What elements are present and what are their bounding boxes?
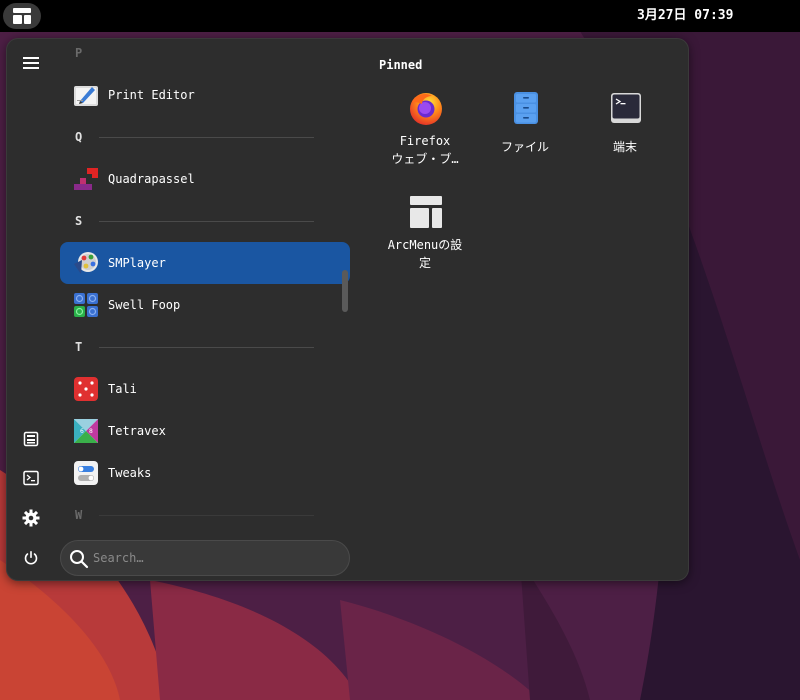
power-icon[interactable] [16, 543, 46, 573]
pinned-item-label: ファイル [500, 140, 549, 154]
search-box[interactable] [60, 540, 350, 576]
firefox-icon [410, 93, 442, 125]
app-item-print-editor[interactable]: Print Editor [60, 74, 350, 116]
section-letter: S [75, 214, 83, 228]
terminal-app-icon [611, 93, 641, 123]
pinned-item-label: Firefox ウェブ・ブ… [391, 134, 459, 166]
app-label: Tweaks [108, 466, 152, 480]
section-letter: T [75, 340, 83, 354]
arcmenu-settings-icon [410, 196, 442, 228]
top-bar: 3月27日 07:39 [0, 0, 800, 32]
app-item-tali[interactable]: Tali [60, 368, 350, 410]
pinned-item-terminal[interactable]: 端末 [579, 86, 671, 182]
app-label: Tali [108, 382, 137, 396]
app-item-swell-foop[interactable]: Swell Foop [60, 284, 350, 326]
menu-icon[interactable] [16, 48, 46, 78]
section-divider [99, 137, 314, 138]
section-divider [99, 221, 314, 222]
pinned-item-label: ArcMenuの設 定 [387, 238, 463, 270]
svg-text:6: 6 [80, 428, 84, 435]
pinned-title: Pinned [379, 58, 423, 72]
smplayer-icon [74, 252, 98, 274]
app-label: Quadrapassel [108, 172, 195, 186]
app-item-tweaks[interactable]: Tweaks [60, 452, 350, 494]
search-icon [70, 550, 89, 569]
file-manager-icon[interactable] [16, 424, 46, 454]
app-item-smplayer[interactable]: SMPlayer [60, 242, 350, 284]
app-label: SMPlayer [108, 256, 166, 270]
pinned-item-firefox[interactable]: Firefox ウェブ・ブ… [379, 86, 471, 182]
terminal-icon[interactable] [16, 463, 46, 493]
app-item-quadrapassel[interactable]: Quadrapassel [60, 158, 350, 200]
app-list[interactable]: P Print Editor Q Quadrapassel S SMPlayer… [59, 39, 355, 534]
app-label: Tetravex [108, 424, 166, 438]
section-divider [99, 347, 314, 348]
file-cabinet-icon [514, 92, 538, 124]
arcmenu-button[interactable] [3, 3, 41, 29]
app-label: Print Editor [108, 88, 195, 102]
section-letter: P [75, 46, 83, 60]
quadrapassel-icon [74, 168, 98, 190]
pinned-item-files[interactable]: ファイル [479, 86, 571, 182]
print-editor-icon [74, 86, 98, 106]
section-letter: W [75, 508, 83, 522]
app-list-scrollbar[interactable] [342, 270, 348, 312]
tali-icon [74, 377, 98, 401]
section-divider [99, 515, 314, 516]
pinned-item-label: 端末 [612, 140, 637, 154]
section-letter: Q [75, 130, 83, 144]
search-input[interactable] [93, 541, 343, 575]
app-label: Swell Foop [108, 298, 181, 312]
clock[interactable]: 3月27日 07:39 [637, 0, 733, 32]
settings-icon[interactable] [16, 503, 46, 533]
tetravex-icon: 6 8 [74, 419, 98, 443]
svg-text:8: 8 [89, 428, 93, 435]
app-item-tetravex[interactable]: 6 8 Tetravex [60, 410, 350, 452]
arcmenu-icon [13, 8, 31, 24]
pinned-item-arcmenu-settings[interactable]: ArcMenuの設 定 [379, 190, 471, 286]
swell-foop-icon [74, 293, 98, 317]
arcmenu-panel: P Print Editor Q Quadrapassel S SMPlayer… [6, 38, 689, 581]
tweaks-icon [74, 461, 98, 485]
